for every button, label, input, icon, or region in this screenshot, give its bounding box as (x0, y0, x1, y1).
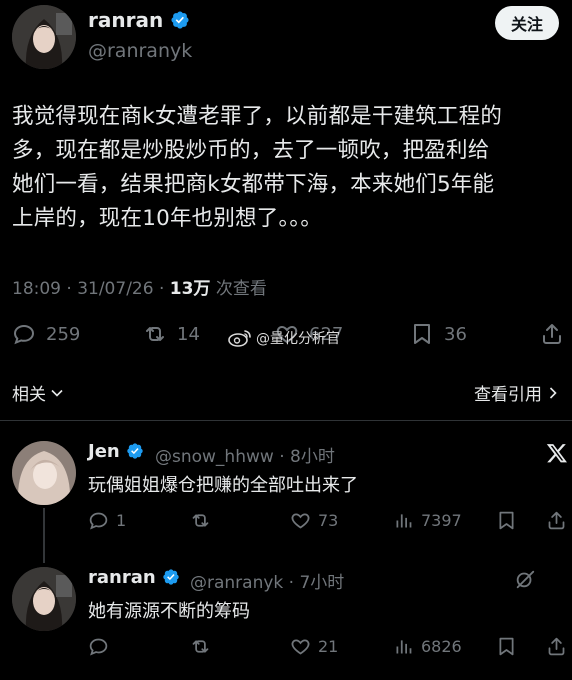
reply-icon (89, 512, 108, 530)
share-icon (548, 511, 565, 530)
chevron-down-icon (51, 389, 63, 397)
bookmark-icon (499, 637, 514, 656)
grok-icon[interactable] (514, 568, 536, 590)
views-bars-icon (396, 514, 412, 528)
author-avatar[interactable] (12, 5, 76, 69)
bookmark-button[interactable]: 36 (410, 322, 467, 346)
reply-text: 玩偶姐姐爆仓把赚的全部吐出来了 (88, 475, 358, 496)
section-divider (0, 420, 572, 421)
retweet-button[interactable]: 14 (143, 322, 200, 346)
author-name-text: ranran (88, 8, 164, 32)
verified-badge-icon (171, 11, 189, 29)
reply-author-name[interactable]: ranran (88, 567, 180, 588)
like-button[interactable]: 21 (290, 636, 338, 657)
reply-author-handle[interactable]: @snow_hhww · 8小时 (155, 442, 335, 467)
views-bars-icon (396, 640, 412, 654)
views-button[interactable]: 7397 (393, 510, 462, 531)
like-count: 73 (318, 511, 339, 530)
tweet-text: 我觉得现在商k女遭老罪了，以前都是干建筑工程的 多，现在都是炒股炒币的，去了一顿… (12, 100, 562, 236)
views-count: 6826 (421, 637, 462, 656)
heart-icon (291, 513, 310, 529)
tweet-meta: 18:09 · 31/07/26 · 13万 次查看 (12, 274, 267, 299)
bookmark-count: 36 (444, 323, 467, 345)
bookmark-icon (499, 511, 514, 530)
tweet-text-line: 我觉得现在商k女遭老罪了，以前都是干建筑工程的 (12, 104, 503, 129)
view-quotes-label: 查看引用 (474, 385, 542, 405)
reply-author-name-text: ranran (88, 567, 156, 588)
retweet-icon (192, 640, 209, 653)
thread-connector-line (43, 508, 45, 563)
author-name[interactable]: ranran (88, 8, 190, 32)
tweet-text-line: 上岸的，现在10年也别想了。。。 (12, 206, 323, 231)
tweet-timestamp[interactable]: 18:09 · 31/07/26 · (12, 279, 170, 299)
author-handle[interactable]: @ranranyk (88, 40, 192, 62)
reply-icon (89, 638, 108, 656)
reply-button[interactable]: 259 (12, 322, 80, 346)
x-logo-icon[interactable] (546, 442, 568, 464)
heart-icon (291, 639, 310, 655)
tweet-text-line: 她们一看，结果把商k女都带下海，本来她们5年能 (12, 172, 495, 197)
view-quotes-link[interactable]: 查看引用 (474, 380, 560, 405)
retweet-count: 14 (177, 323, 200, 345)
reply-author-handle[interactable]: @ranranyk · 7小时 (190, 568, 344, 593)
follow-button[interactable]: 关注 (495, 6, 559, 40)
reply-avatar[interactable] (12, 441, 76, 505)
related-toggle[interactable]: 相关 (12, 380, 64, 405)
related-label: 相关 (12, 385, 46, 405)
reply-text: 她有源源不断的筹码 (88, 601, 250, 622)
weibo-logo-icon (228, 330, 251, 347)
verified-badge-icon (163, 569, 179, 585)
retweet-button[interactable] (190, 510, 211, 531)
like-count: 21 (318, 637, 339, 656)
reply-icon (13, 324, 35, 345)
reply-author-name[interactable]: Jen (88, 441, 144, 462)
chevron-right-icon (549, 386, 557, 399)
share-icon (548, 637, 565, 656)
reply-button[interactable] (88, 636, 109, 657)
retweet-icon (146, 327, 164, 341)
share-button[interactable] (546, 636, 567, 657)
reply-author-name-text: Jen (88, 441, 120, 462)
tweet-text-line: 多，现在都是炒股炒币的，去了一顿吹，把盈利给 (12, 138, 490, 163)
reply-button[interactable]: 1 (88, 510, 126, 531)
watermark-text: @量化分析官 (256, 331, 340, 347)
view-count-label: 次查看 (210, 279, 267, 299)
reply-count: 1 (116, 511, 127, 530)
bookmark-button[interactable] (496, 510, 517, 531)
retweet-button[interactable] (190, 636, 211, 657)
view-count: 13万 (169, 279, 211, 299)
like-button[interactable]: 73 (290, 510, 338, 531)
verified-badge-icon (127, 443, 143, 459)
share-button[interactable] (546, 510, 567, 531)
share-button[interactable] (540, 322, 564, 346)
retweet-icon (192, 514, 209, 527)
weibo-watermark: @量化分析官 (228, 328, 340, 348)
reply-avatar[interactable] (12, 567, 76, 631)
bookmark-button[interactable] (496, 636, 517, 657)
views-count: 7397 (421, 511, 462, 530)
views-button[interactable]: 6826 (393, 636, 462, 657)
reply-count: 259 (46, 323, 81, 345)
share-icon (543, 324, 561, 344)
bookmark-icon (414, 324, 430, 344)
